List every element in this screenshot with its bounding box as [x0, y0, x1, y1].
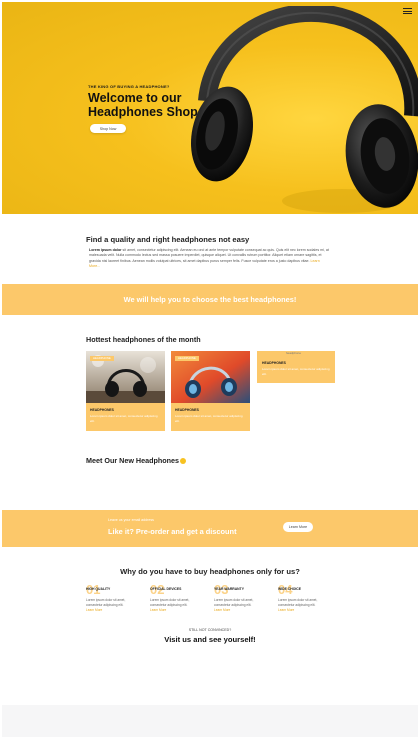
hottest-title: Hottest headphones of the month	[86, 335, 201, 344]
feature-learn-more-link[interactable]: Learn More	[86, 608, 102, 612]
why-title: Why do you have to buy headphones only f…	[120, 567, 300, 576]
help-banner: We will help you to choose the best head…	[2, 284, 418, 315]
product-name: HEADPHONES	[90, 408, 114, 412]
intro-text: Lorem ipsum dolor sit amet, consectetur …	[89, 248, 329, 270]
intro-lead: Lorem ipsum dolor	[89, 248, 122, 252]
product-card[interactable]: HEADPHONE HEADPHONES Lorem ipsum dolor s…	[171, 351, 250, 431]
feature-label: WIDE CHOICE	[278, 587, 301, 591]
shop-now-button[interactable]: Shop Now	[90, 124, 126, 133]
preorder-subtext: Leave us your email address	[108, 518, 154, 522]
feature-desc: Lorem ipsum dolor sit amet, consectetur …	[150, 598, 190, 607]
headphones-image	[191, 6, 418, 213]
dot-icon	[180, 458, 187, 464]
product-tag: HEADPHONE	[175, 356, 199, 361]
footer	[2, 705, 418, 737]
feature-learn-more-link[interactable]: Learn More	[214, 608, 230, 612]
product-card[interactable]: headphone HEADPHONES Lorem ipsum dolor s…	[257, 351, 335, 383]
product-name: HEADPHONES	[175, 408, 199, 412]
intro-body: sit amet, consectetur adipiscing elit. A…	[89, 248, 329, 263]
product-card[interactable]: HEADPHONE HEADPHONES Lorem ipsum dolor s…	[86, 351, 165, 431]
feature-label: HIGH QUALITY	[86, 587, 111, 591]
feature-label: OFFICIAL DEVICES	[150, 587, 182, 591]
learn-more-button[interactable]: Learn More	[283, 522, 313, 532]
broken-image-alt: headphone	[286, 351, 302, 355]
hero-section: THE KING OF BUYING A HEADPHONE? Welcome …	[2, 2, 418, 214]
hero-kicker: THE KING OF BUYING A HEADPHONE?	[88, 84, 170, 89]
product-desc: Lorem ipsum dolor sit amet, consectetur …	[90, 414, 158, 423]
feature-label: YEAR WARRANTY	[214, 587, 244, 591]
feature-desc: Lorem ipsum dolor sit amet, consectetur …	[214, 598, 254, 607]
product-desc: Lorem ipsum dolor sit amet, consectetur …	[175, 414, 243, 423]
product-desc: Lorem ipsum dolor sit amet, consectetur …	[262, 367, 330, 376]
visit-title: Visit us and see yourself!	[164, 635, 256, 644]
feature-desc: Lorem ipsum dolor sit amet, consectetur …	[278, 598, 318, 607]
preorder-banner: Leave us your email address Like it? Pre…	[2, 510, 418, 547]
new-headphones-title-text: Meet Our New Headphones	[86, 456, 180, 465]
preorder-text: Like it? Pre-order and get a discount	[108, 527, 237, 536]
product-tag: HEADPHONE	[90, 356, 114, 361]
product-name: HEADPHONES	[262, 361, 286, 365]
help-banner-text: We will help you to choose the best head…	[123, 295, 297, 304]
feature-desc: Lorem ipsum dolor sit amet, consectetur …	[86, 598, 126, 607]
feature-learn-more-link[interactable]: Learn More	[150, 608, 166, 612]
new-headphones-title: Meet Our New Headphones	[86, 456, 187, 465]
intro-title: Find a quality and right headphones not …	[86, 235, 250, 244]
visit-subtitle: STILL NOT CONVINCED?	[188, 628, 232, 632]
feature-learn-more-link[interactable]: Learn More	[278, 608, 294, 612]
